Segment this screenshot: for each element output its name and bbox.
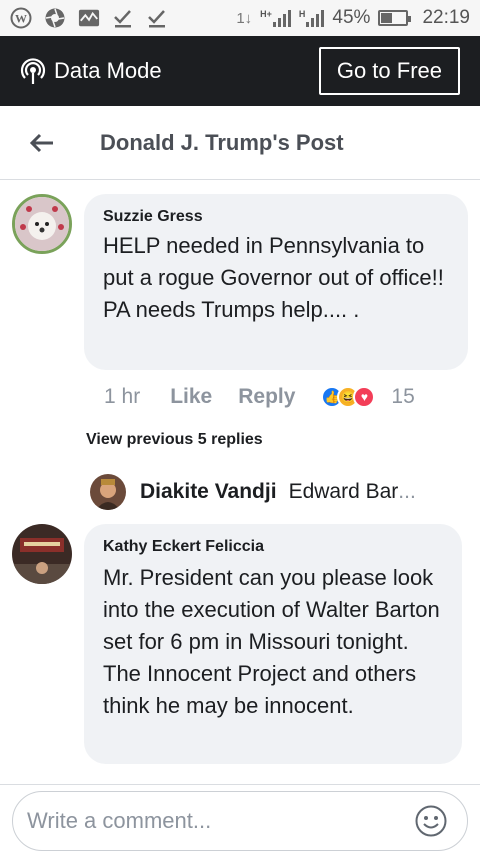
reply-ellipsis: ... [398,480,416,503]
activity-icon [78,7,100,29]
avatar[interactable] [12,194,72,254]
reply-author: Diakite Vandji [140,480,277,503]
reactions[interactable]: 👍 😆 ♥ [321,386,376,408]
love-reaction-icon: ♥ [353,386,376,408]
wordpress-icon: W [10,7,32,29]
data-mode-label: Data Mode [54,58,162,83]
signal-1-icon: H+ [260,9,291,27]
page-title: Donald J. Trump's Post [100,129,344,155]
download-done-icon [112,7,134,29]
network-type-1: H+ [260,9,272,19]
status-bar: W 1↓ H+ H 45% 22:19 [0,0,480,36]
comment-author[interactable]: Suzzie Gress [103,208,450,226]
system-indicators: 1↓ H+ H 45% 22:19 [236,7,470,29]
download-done-icon-2 [146,7,168,29]
battery-percent: 45% [332,7,371,28]
comment-actions: 1 hr Like Reply 👍 😆 ♥ 15 [104,380,444,414]
data-mode-bar: Data Mode Go to Free [0,36,480,106]
broadcast-icon [20,57,46,85]
signal-2-icon: H [299,9,325,27]
avatar [90,474,126,510]
comment-text: HELP needed in Pennsylvania to put a rog… [103,233,444,322]
avatar[interactable] [12,524,72,584]
reply-preview[interactable]: Diakite Vandji Edward Bar... [90,472,460,512]
smiley-icon [415,805,447,837]
comment-input[interactable] [12,791,468,851]
emoji-button[interactable] [414,804,448,838]
aperture-icon [44,7,66,29]
data-transfer-icon: 1↓ [236,9,253,27]
post-header: Donald J. Trump's Post [0,106,480,180]
back-button[interactable] [12,123,72,163]
battery-level [381,13,393,23]
comment-text: Mr. President can you please look into t… [103,565,440,718]
reaction-count[interactable]: 15 [391,385,414,409]
comment-bubble[interactable]: Kathy Eckert Feliccia Mr. President can … [84,524,462,764]
comment-bubble[interactable]: Suzzie Gress HELP needed in Pennsylvania… [84,194,468,370]
like-button[interactable]: Like [170,385,212,409]
network-type-2: H [298,9,306,19]
comment-time[interactable]: 1 hr [104,385,140,409]
back-arrow-icon [29,133,53,152]
svg-text:W: W [15,12,27,26]
battery-icon [378,10,412,26]
view-previous-replies[interactable]: View previous 5 replies [86,431,263,449]
comment-composer [0,784,480,854]
clock: 22:19 [422,7,470,28]
comment-author[interactable]: Kathy Eckert Feliccia [103,538,444,556]
notification-icons: W [10,7,168,29]
reply-button[interactable]: Reply [238,385,295,409]
go-to-free-button[interactable]: Go to Free [318,47,460,95]
reply-snippet: Edward Bar [288,480,399,503]
